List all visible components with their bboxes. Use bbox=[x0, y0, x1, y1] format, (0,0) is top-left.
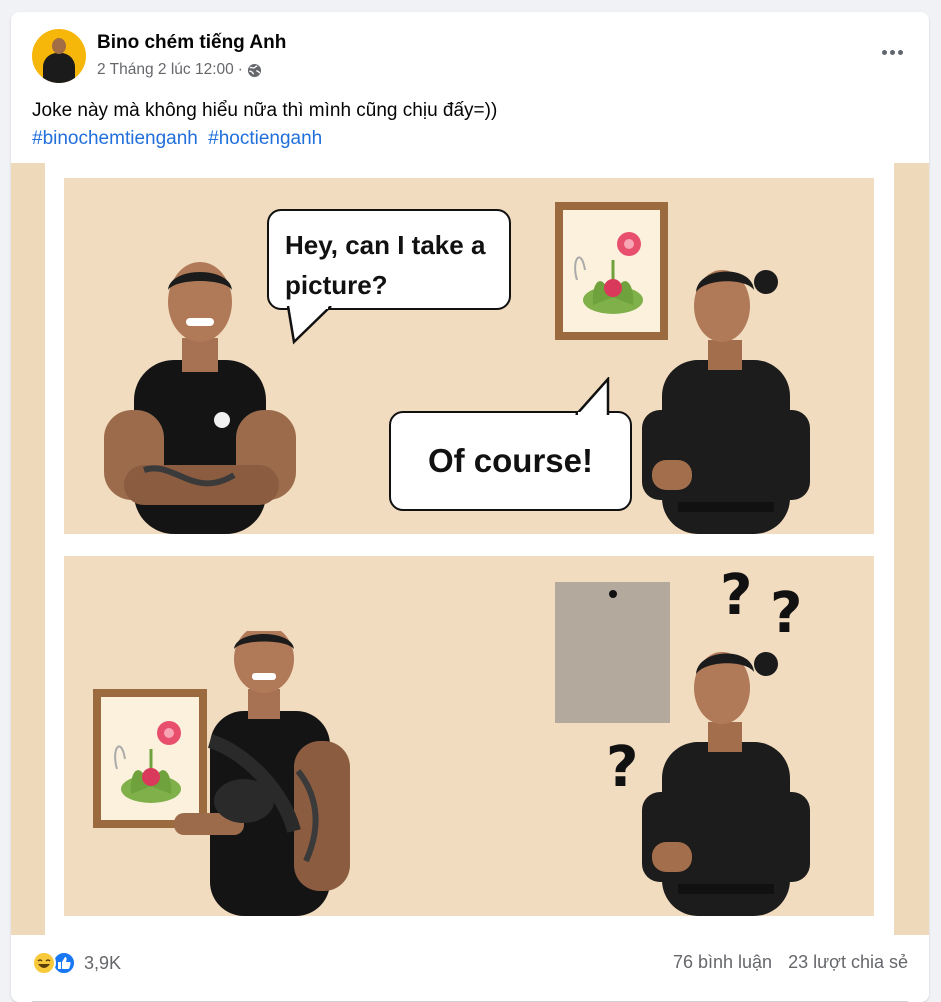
globe-icon[interactable] bbox=[247, 63, 262, 78]
haha-icon bbox=[32, 951, 56, 975]
speech-bubble-answer: Of course! bbox=[389, 411, 632, 511]
question-mark: ? bbox=[606, 735, 639, 800]
reaction-summary[interactable]: 3,9K bbox=[32, 951, 121, 975]
hashtag-list: #binochemtienganh #hoctienganh bbox=[32, 125, 327, 153]
question-mark: ? bbox=[770, 581, 803, 646]
avatar-head bbox=[52, 38, 66, 54]
question-mark: ? bbox=[720, 563, 753, 628]
author-name[interactable]: Bino chém tiếng Anh bbox=[97, 32, 286, 54]
more-dot bbox=[881, 49, 887, 55]
post-footer: 3,9K 76 bình luận 23 lượt chia sẻ bbox=[11, 935, 929, 1002]
man-in-black-shirt-figure bbox=[642, 652, 810, 916]
author-avatar[interactable] bbox=[32, 29, 86, 83]
more-dot bbox=[889, 49, 895, 55]
post-card: Bino chém tiếng Anh 2 Tháng 2 lúc 12:00 … bbox=[11, 12, 929, 1002]
avatar-body bbox=[43, 53, 75, 83]
comic-panel-1: Hey, can I take a picture? Of course! bbox=[64, 178, 874, 534]
post-meta: 2 Tháng 2 lúc 12:00 · bbox=[97, 61, 262, 79]
hashtag-link[interactable]: #binochemtienganh bbox=[32, 128, 198, 149]
comic-panel-2: ? ? ? bbox=[64, 556, 874, 916]
meme-canvas: Hey, can I take a picture? Of course! ? … bbox=[45, 163, 894, 935]
man-carrying-painting-figure bbox=[174, 631, 350, 916]
speech-bubble-tail bbox=[286, 306, 332, 345]
meta-separator: · bbox=[237, 61, 243, 78]
post-timestamp[interactable]: 2 Tháng 2 lúc 12:00 bbox=[97, 61, 234, 79]
post-image[interactable]: Hey, can I take a picture? Of course! ? … bbox=[11, 163, 929, 935]
comments-count-link[interactable]: 76 bình luận bbox=[673, 952, 772, 973]
man-in-black-shirt-figure bbox=[642, 270, 810, 534]
hashtag-link[interactable]: #hoctienganh bbox=[208, 128, 322, 149]
speech-bubble-question: Hey, can I take a picture? bbox=[267, 209, 511, 310]
post-caption: Joke này mà không hiểu nữa thì mình cũng… bbox=[32, 100, 498, 121]
wall-nail bbox=[609, 590, 617, 598]
speech-bubble-tail bbox=[575, 377, 610, 415]
more-dot bbox=[897, 49, 903, 55]
reaction-count: 3,9K bbox=[84, 952, 122, 973]
more-options-button[interactable] bbox=[877, 42, 907, 62]
post-header: Bino chém tiếng Anh 2 Tháng 2 lúc 12:00 … bbox=[11, 12, 929, 92]
engagement-stats: 76 bình luận 23 lượt chia sẻ bbox=[673, 952, 908, 973]
shares-count-link[interactable]: 23 lượt chia sẻ bbox=[788, 952, 908, 973]
